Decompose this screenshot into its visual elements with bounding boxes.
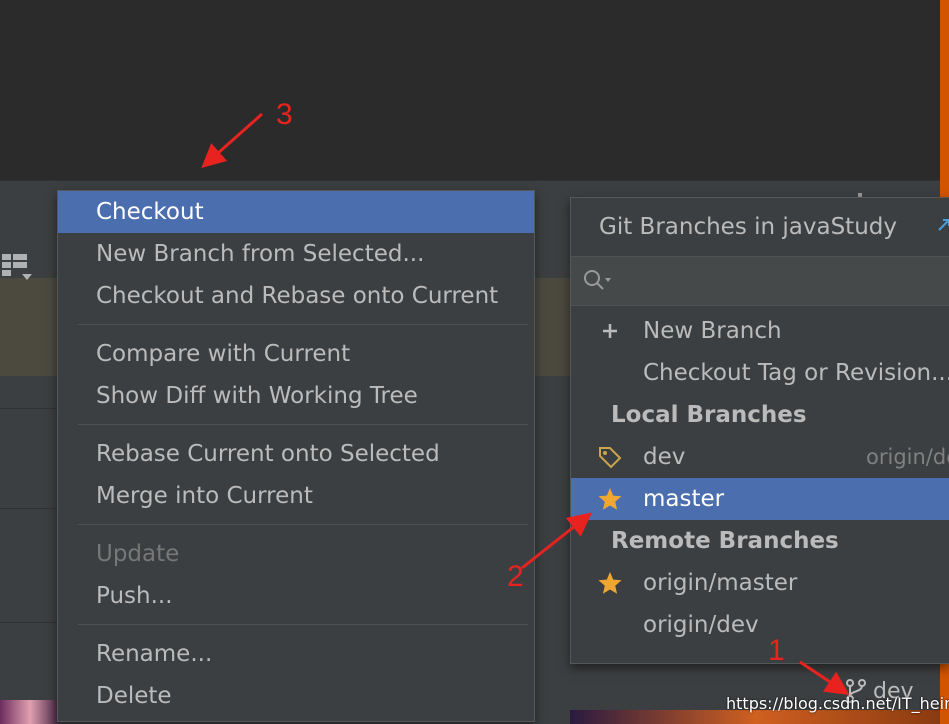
branch-name: dev xyxy=(643,444,686,470)
remote-branches-header: Remote Branches xyxy=(611,528,839,554)
git-branches-popup: Git Branches in javaStudy New Branch Che… xyxy=(570,197,949,664)
star-icon xyxy=(598,572,622,594)
menu-item-compare-with-current[interactable]: Compare with Current xyxy=(58,333,534,375)
popup-title-text: Git Branches in javaStudy xyxy=(599,214,897,240)
annotation-number-1: 1 xyxy=(768,634,785,667)
panel-divider xyxy=(0,408,60,409)
branch-search-input[interactable] xyxy=(617,265,921,297)
branch-item-dev[interactable]: dev origin/dev xyxy=(571,436,949,478)
action-checkout-tag-label: Checkout Tag or Revision... xyxy=(643,360,949,386)
editor-area xyxy=(0,0,940,180)
branch-name: origin/master xyxy=(643,570,798,596)
panel-divider xyxy=(0,622,60,623)
popup-title: Git Branches in javaStudy xyxy=(571,198,949,256)
menu-separator xyxy=(78,424,528,425)
tag-icon xyxy=(599,447,622,469)
layout-options-icon[interactable] xyxy=(2,252,32,282)
star-icon xyxy=(598,488,622,510)
menu-item-show-diff[interactable]: Show Diff with Working Tree xyxy=(58,375,534,417)
menu-separator xyxy=(78,324,528,325)
expand-arrow-icon[interactable] xyxy=(937,218,949,232)
menu-item-rebase-current[interactable]: Rebase Current onto Selected xyxy=(58,433,534,475)
menu-item-new-branch-from-selected[interactable]: New Branch from Selected... xyxy=(58,233,534,275)
menu-item-update: Update xyxy=(96,541,180,567)
branch-name: master xyxy=(643,486,725,512)
branch-item-origin-dev[interactable]: origin/dev xyxy=(571,604,949,646)
branch-search-field[interactable] xyxy=(571,256,949,306)
annotation-number-3: 3 xyxy=(276,98,293,131)
menu-item-rename[interactable]: Rename... xyxy=(58,633,534,675)
tracking-branch: origin/dev xyxy=(866,445,949,469)
menu-item-merge-into-current[interactable]: Merge into Current xyxy=(58,475,534,517)
branch-name: origin/dev xyxy=(643,612,759,638)
annotation-number-2: 2 xyxy=(507,560,524,593)
menu-separator xyxy=(78,524,528,525)
branch-item-origin-master[interactable]: origin/master xyxy=(571,562,949,604)
action-checkout-tag[interactable]: Checkout Tag or Revision... xyxy=(571,352,949,394)
desktop-wallpaper-fragment xyxy=(0,700,60,724)
branch-context-menu: Checkout New Branch from Selected... Che… xyxy=(57,190,535,722)
watermark-text: https://blog.csdn.net/IT_heima xyxy=(726,694,949,713)
menu-separator xyxy=(78,624,528,625)
panel-divider xyxy=(0,508,60,509)
local-branches-header: Local Branches xyxy=(611,402,807,428)
plus-icon xyxy=(603,324,617,338)
search-icon xyxy=(584,270,611,290)
menu-item-delete[interactable]: Delete xyxy=(58,675,534,717)
menu-item-checkout[interactable]: Checkout xyxy=(58,191,534,233)
menu-item-push[interactable]: Push... xyxy=(58,575,534,617)
action-new-branch-label: New Branch xyxy=(643,318,782,344)
menu-item-checkout-and-rebase[interactable]: Checkout and Rebase onto Current xyxy=(58,275,534,317)
branch-item-master[interactable]: master xyxy=(571,478,949,520)
action-new-branch[interactable]: New Branch xyxy=(571,310,949,352)
